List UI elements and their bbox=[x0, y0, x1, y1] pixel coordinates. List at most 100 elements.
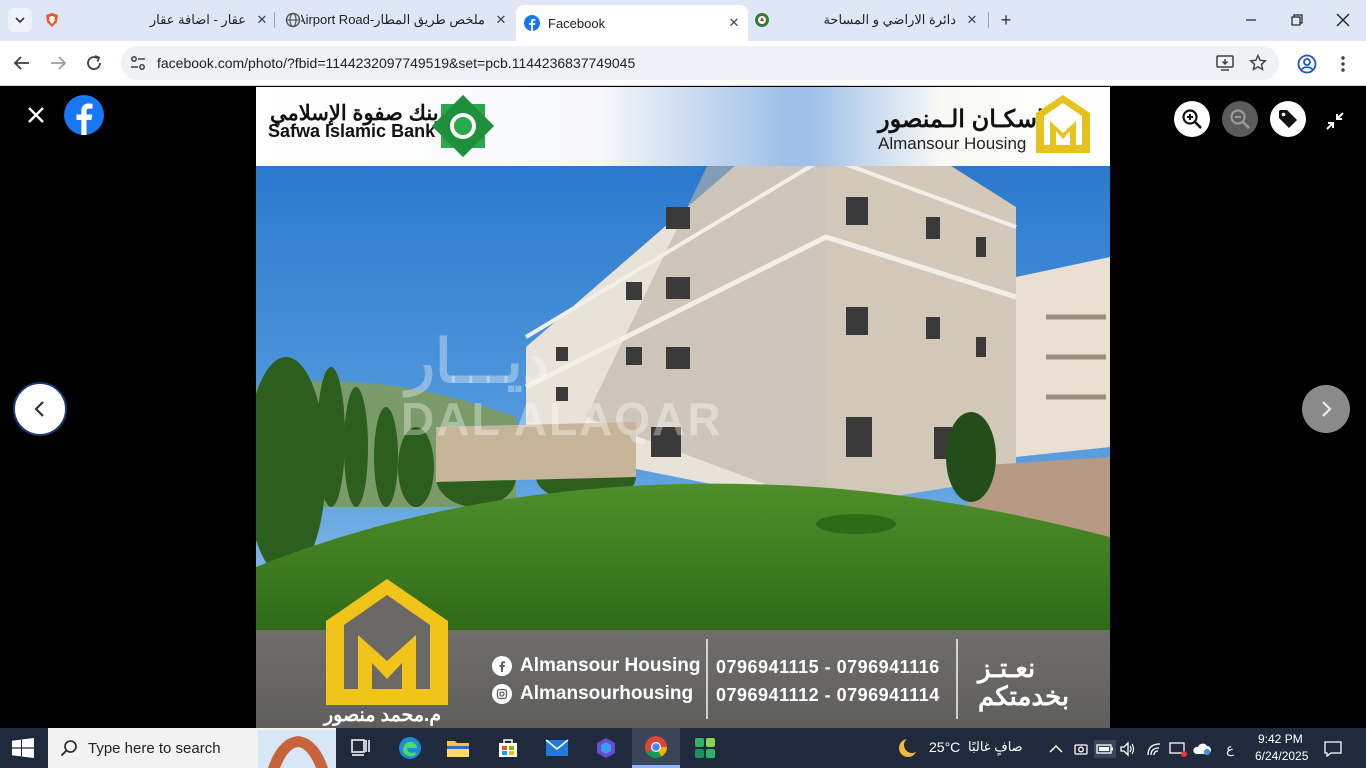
facebook-contact: Almansour Housing bbox=[492, 655, 701, 677]
chrome-button[interactable] bbox=[632, 728, 680, 768]
tab-add-property[interactable]: عقار - اضافة عقار ✕ bbox=[44, 5, 270, 35]
windows-start-icon[interactable] bbox=[12, 738, 34, 758]
folder-icon bbox=[447, 741, 469, 757]
bookmark-button[interactable] bbox=[1248, 53, 1268, 73]
facebook-logo[interactable] bbox=[64, 95, 104, 135]
close-icon[interactable]: ✕ bbox=[964, 12, 980, 28]
close-icon[interactable]: ✕ bbox=[493, 12, 509, 28]
forward-button[interactable] bbox=[46, 51, 70, 75]
chevron-down-icon bbox=[15, 17, 25, 24]
new-tab-button[interactable]: + bbox=[996, 10, 1016, 30]
tab-divider bbox=[274, 12, 275, 28]
search-highlight-image bbox=[258, 730, 336, 768]
zoom-in-button[interactable] bbox=[1174, 101, 1210, 137]
cloud-icon bbox=[1193, 743, 1211, 756]
almansour-logo-icon bbox=[1036, 95, 1090, 153]
volume-button[interactable] bbox=[1118, 740, 1138, 758]
search-placeholder: Type here to search bbox=[88, 740, 221, 757]
onedrive-button[interactable] bbox=[1191, 740, 1213, 758]
camera-icon bbox=[1074, 744, 1088, 755]
divider bbox=[956, 639, 958, 719]
show-hidden-icons-button[interactable] bbox=[1047, 740, 1065, 758]
copilot-button[interactable] bbox=[582, 728, 630, 768]
divider bbox=[706, 639, 708, 719]
task-view-button[interactable] bbox=[337, 728, 385, 768]
reload-button[interactable] bbox=[82, 51, 106, 75]
restore-icon bbox=[1291, 14, 1303, 26]
photo: بنك صفوة الإسلامي Safwa Islamic Bank إسك… bbox=[256, 87, 1110, 728]
close-icon bbox=[28, 107, 44, 123]
zoom-out-icon bbox=[1230, 109, 1250, 129]
input-language[interactable]: ع bbox=[1222, 740, 1238, 758]
zoom-in-icon bbox=[1182, 109, 1202, 129]
tab-facebook[interactable]: Facebook ✕ bbox=[516, 5, 748, 41]
tab-search-dropdown-button[interactable] bbox=[8, 8, 32, 32]
weather-temperature[interactable]: 25°C bbox=[929, 739, 960, 755]
company-name-arabic: إسكـان الـمنصور bbox=[878, 106, 1044, 133]
company-name-english: Almansour Housing bbox=[878, 134, 1027, 153]
facebook-icon bbox=[76, 103, 93, 135]
notifications-button[interactable] bbox=[1322, 740, 1344, 758]
dls-icon bbox=[754, 12, 770, 28]
mail-button[interactable] bbox=[533, 728, 581, 768]
monitor-icon bbox=[1169, 742, 1187, 757]
browser-toolbar: facebook.com/photo/?fbid=114423209774951… bbox=[0, 41, 1366, 86]
instagram-handle: Almansourhousing bbox=[520, 683, 694, 704]
almansour-large-logo-icon bbox=[326, 579, 448, 705]
zoom-out-button[interactable] bbox=[1222, 101, 1258, 137]
back-button[interactable] bbox=[10, 51, 34, 75]
edge-button[interactable] bbox=[386, 728, 434, 768]
globe-icon bbox=[285, 12, 301, 28]
weather-condition[interactable]: صافٍ غالبًا bbox=[968, 739, 1023, 755]
bank-logo-icon bbox=[432, 95, 494, 157]
brave-shield-icon bbox=[44, 12, 60, 28]
facebook-icon bbox=[492, 656, 512, 676]
tab-title: عقار - اضافة عقار bbox=[149, 12, 246, 27]
tab-title: Facebook bbox=[548, 15, 606, 31]
next-photo-button[interactable] bbox=[1302, 385, 1350, 433]
address-bar[interactable]: facebook.com/photo/?fbid=114423209774951… bbox=[121, 46, 1279, 80]
tab-airport-road[interactable]: ملخص طريق المطار-Airport Road ✕ bbox=[285, 5, 509, 35]
file-explorer-button[interactable] bbox=[434, 728, 482, 768]
chevron-left-icon bbox=[34, 401, 44, 417]
battery-button[interactable] bbox=[1094, 740, 1116, 758]
collapse-icon bbox=[1326, 112, 1344, 130]
mail-icon bbox=[545, 739, 569, 756]
wifi-icon bbox=[1147, 743, 1161, 756]
store-button[interactable] bbox=[484, 728, 532, 768]
profile-button[interactable] bbox=[1296, 53, 1318, 75]
close-icon bbox=[1336, 13, 1350, 27]
minimize-button[interactable] bbox=[1239, 8, 1263, 32]
battery-icon bbox=[1096, 744, 1113, 754]
chrome-icon bbox=[645, 735, 667, 758]
close-icon[interactable]: ✕ bbox=[254, 12, 270, 28]
install-app-button[interactable] bbox=[1215, 53, 1235, 73]
star-icon bbox=[1249, 54, 1267, 71]
notification-icon bbox=[1324, 741, 1342, 757]
tab-title: دائرة الاراضي و المساحة bbox=[823, 12, 956, 27]
network-button[interactable] bbox=[1145, 740, 1165, 758]
clock-time[interactable]: 9:42 PM bbox=[1258, 732, 1303, 746]
meet-now-button[interactable] bbox=[1072, 740, 1090, 758]
display-button[interactable] bbox=[1167, 740, 1189, 758]
windows-taskbar: Type here to search 25°C صافٍ غالبًا ع 9… bbox=[0, 728, 1366, 768]
clock-date[interactable]: 6/24/2025 bbox=[1255, 749, 1308, 763]
taskbar-search-box[interactable]: Type here to search bbox=[48, 728, 336, 768]
exit-fullscreen-button[interactable] bbox=[1325, 111, 1345, 131]
close-window-button[interactable] bbox=[1331, 8, 1355, 32]
close-viewer-button[interactable] bbox=[24, 103, 48, 127]
slogan-line1: نعـتـز bbox=[978, 653, 1036, 683]
tab-land-department[interactable]: دائرة الاراضي و المساحة ✕ bbox=[754, 5, 980, 35]
restore-button[interactable] bbox=[1285, 8, 1309, 32]
site-info-icon[interactable] bbox=[129, 54, 147, 72]
watermark-arabic: ديـــار bbox=[406, 328, 550, 395]
arrow-left-icon bbox=[13, 56, 29, 70]
close-icon[interactable]: ✕ bbox=[726, 15, 742, 31]
tag-photo-button[interactable] bbox=[1270, 101, 1306, 137]
previous-photo-button[interactable] bbox=[13, 382, 67, 436]
moon-weather-icon[interactable] bbox=[896, 736, 920, 760]
browser-menu-button[interactable] bbox=[1332, 53, 1354, 75]
install-icon bbox=[1216, 55, 1234, 71]
facebook-handle: Almansour Housing bbox=[520, 655, 701, 676]
app-button[interactable] bbox=[681, 728, 729, 768]
